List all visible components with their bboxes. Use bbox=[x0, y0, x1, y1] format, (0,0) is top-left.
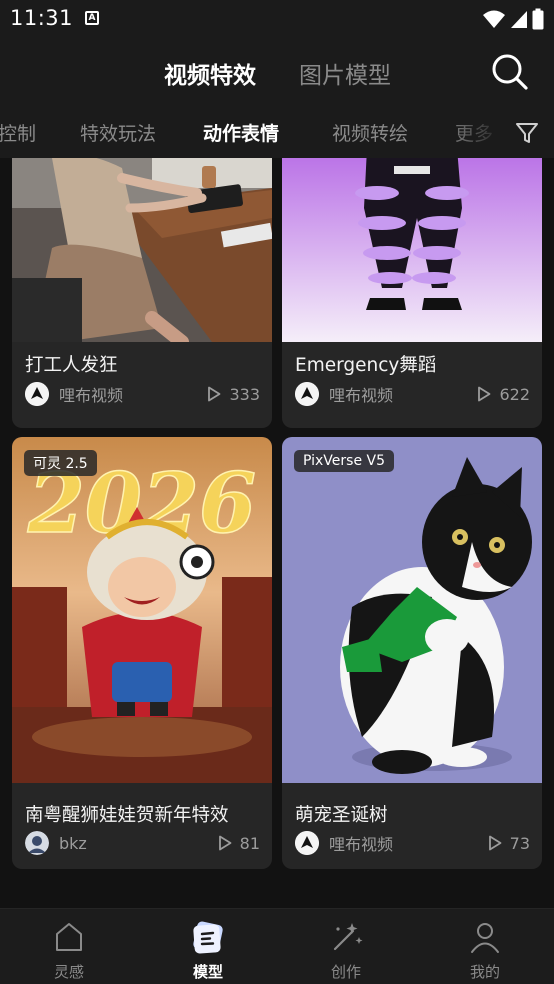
model-badge: PixVerse V5 bbox=[294, 450, 395, 472]
status-bar: 11:31 A bbox=[0, 0, 554, 38]
play-count: 333 bbox=[229, 384, 260, 404]
card-meta: 哩布视频 333 bbox=[25, 382, 260, 406]
author-name: 哩布视频 bbox=[329, 835, 394, 854]
card-title: 萌宠圣诞树 bbox=[295, 805, 388, 826]
liblib-logo-icon bbox=[295, 382, 319, 406]
nav-item-create[interactable]: 创作 bbox=[306, 917, 386, 982]
author-name: 哩布视频 bbox=[59, 386, 124, 405]
author-avatar bbox=[25, 831, 49, 855]
user-avatar-photo bbox=[25, 831, 49, 855]
nav-item-inspiration[interactable]: 灵感 bbox=[29, 917, 109, 982]
effects-feed[interactable]: 打工人发狂 哩布视频 333 Emergency舞蹈 哩布视频 622 2026… bbox=[0, 158, 554, 908]
card-title: 南粤醒狮娃娃贺新年特效 bbox=[25, 805, 229, 826]
liblib-logo-icon bbox=[295, 831, 319, 855]
search-button[interactable] bbox=[490, 52, 530, 92]
play-count-group: 622 bbox=[477, 385, 530, 404]
author-name: bkz bbox=[59, 833, 87, 853]
lion-dance-doll-image: 2026 bbox=[12, 437, 272, 783]
nav-item-models[interactable]: 模型 bbox=[168, 917, 248, 982]
card-meta: 哩布视频 622 bbox=[295, 382, 530, 406]
effect-card[interactable]: Emergency舞蹈 哩布视频 622 bbox=[282, 158, 542, 428]
model-icon bbox=[188, 917, 228, 957]
play-icon bbox=[488, 835, 502, 851]
play-icon bbox=[478, 386, 491, 402]
subtab-video-redraw[interactable]: 视频转绘 bbox=[332, 119, 408, 146]
status-time: 11:31 bbox=[10, 6, 74, 30]
play-count: 73 bbox=[509, 833, 530, 853]
person-icon bbox=[465, 917, 505, 957]
bottom-navigation: 灵感 模型 创作 我的 bbox=[0, 908, 554, 984]
wifi-icon bbox=[483, 10, 505, 28]
card-thumbnail: 2026 bbox=[12, 437, 272, 783]
home-icon bbox=[49, 917, 89, 957]
effect-card[interactable]: 2026 可灵 2.5 南粤醒狮娃娃贺新年特效 bkz 81 bbox=[12, 437, 272, 869]
effect-card[interactable]: 打工人发狂 哩布视频 333 bbox=[12, 158, 272, 428]
subtab-fade bbox=[444, 108, 504, 158]
play-count: 81 bbox=[239, 833, 260, 853]
play-count-group: 333 bbox=[207, 385, 260, 404]
top-header: 视频特效 图片模型 bbox=[0, 38, 554, 108]
subtab-motion-expression[interactable]: 动作表情 bbox=[203, 119, 279, 146]
card-thumbnail bbox=[282, 158, 542, 342]
battery-icon bbox=[532, 8, 544, 30]
search-icon bbox=[492, 54, 528, 90]
card-title: 打工人发狂 bbox=[25, 355, 118, 376]
play-count: 622 bbox=[499, 384, 530, 404]
filter-icon bbox=[516, 123, 538, 143]
tab-image-models[interactable]: 图片模型 bbox=[299, 56, 391, 90]
card-thumbnail bbox=[12, 158, 272, 342]
cellular-signal-icon bbox=[511, 11, 527, 28]
model-badge: 可灵 2.5 bbox=[24, 450, 97, 476]
author-name: 哩布视频 bbox=[329, 386, 394, 405]
nav-label: 灵感 bbox=[53, 963, 84, 981]
notification-app-icon: A bbox=[85, 11, 99, 25]
tab-video-effects[interactable]: 视频特效 bbox=[164, 56, 256, 90]
category-tabs: 控制 特效玩法 动作表情 视频转绘 更多 bbox=[0, 108, 554, 158]
office-worker-image bbox=[12, 158, 272, 342]
subtab-effects-play[interactable]: 特效玩法 bbox=[80, 119, 156, 146]
card-meta: 哩布视频 73 bbox=[295, 831, 530, 855]
play-count-group: 73 bbox=[488, 834, 530, 853]
dancer-legs-image bbox=[282, 158, 542, 342]
liblib-logo-icon bbox=[25, 382, 49, 406]
nav-label: 创作 bbox=[330, 963, 361, 981]
nav-label: 我的 bbox=[469, 963, 500, 981]
card-title: Emergency舞蹈 bbox=[295, 355, 437, 376]
status-indicators bbox=[482, 8, 544, 30]
effect-card[interactable]: PixVerse V5 萌宠圣诞树 哩布视频 73 bbox=[282, 437, 542, 869]
cat-christmas-tree-image bbox=[282, 437, 542, 783]
magic-wand-icon bbox=[326, 917, 366, 957]
card-meta: bkz 81 bbox=[25, 831, 260, 855]
nav-item-profile[interactable]: 我的 bbox=[445, 917, 525, 982]
play-icon bbox=[208, 386, 221, 402]
filter-button[interactable] bbox=[514, 120, 540, 146]
play-icon bbox=[218, 835, 232, 851]
subtab-control[interactable]: 控制 bbox=[0, 119, 36, 146]
author-avatar bbox=[295, 382, 319, 406]
author-avatar bbox=[25, 382, 49, 406]
nav-label: 模型 bbox=[192, 963, 223, 981]
card-thumbnail bbox=[282, 437, 542, 783]
play-count-group: 81 bbox=[218, 834, 260, 853]
author-avatar bbox=[295, 831, 319, 855]
